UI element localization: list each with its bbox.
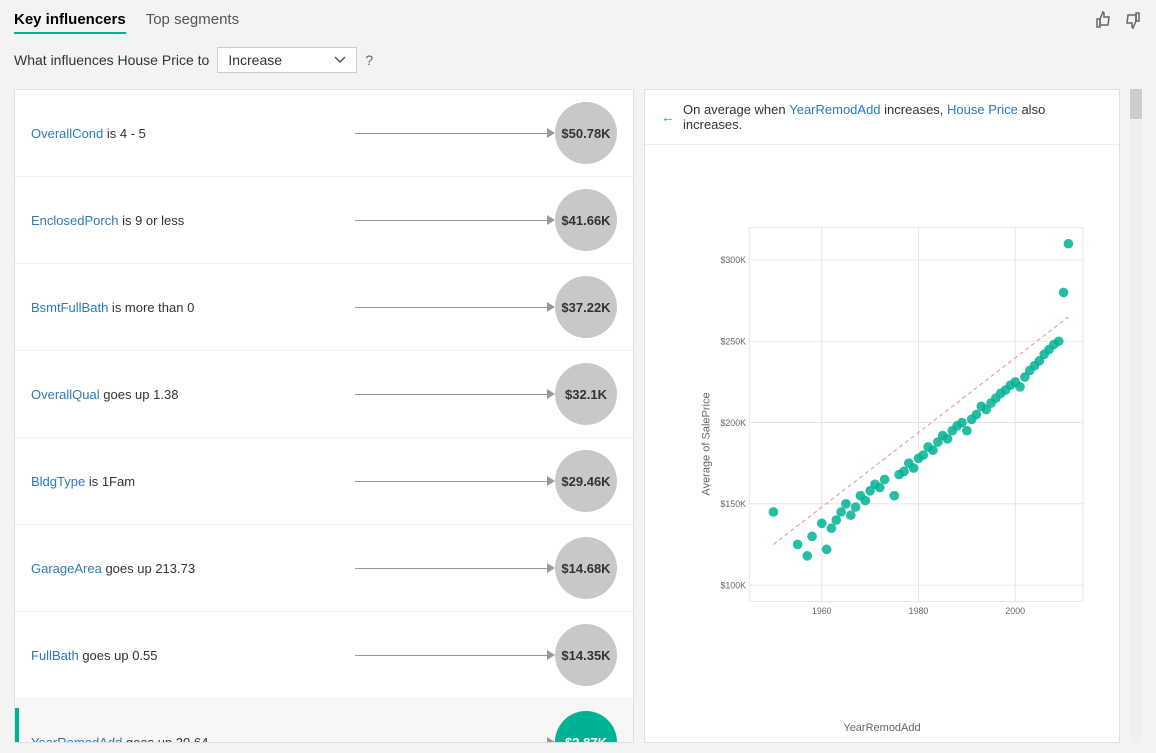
list-item[interactable]: EnclosedPorch is 9 or less $41.66K (15, 177, 633, 264)
chart-header: ← On average when YearRemodAdd increases… (645, 90, 1119, 145)
list-item[interactable]: FullBath goes up 0.55 $14.35K (15, 612, 633, 699)
influencer-label: EnclosedPorch is 9 or less (31, 213, 355, 228)
scatter-chart: $100K $150K $200K $250K $300K 1960 1980 2000 (705, 155, 1099, 702)
influencer-label: YearRemodAdd goes up 20.64 (31, 735, 355, 744)
arrow-line (355, 476, 555, 486)
scrollbar-thumb[interactable] (1130, 89, 1142, 119)
x-axis-label: YearRemodAdd (843, 722, 920, 734)
tab-key-influencers[interactable]: Key influencers (14, 11, 126, 34)
chevron-down-icon (334, 56, 346, 64)
influencer-label: FullBath goes up 0.55 (31, 648, 355, 663)
value-bubble: $37.22K (555, 276, 617, 338)
value-bubble: $14.35K (555, 624, 617, 686)
value-bubble: $2.87K (555, 711, 617, 743)
header: Key influencers Top segments (14, 10, 1142, 35)
svg-text:2000: 2000 (1005, 606, 1025, 616)
y-axis-label: Average of SalePrice (701, 392, 713, 495)
filter-row: What influences House Price to Increase … (14, 47, 1142, 73)
list-item[interactable]: OverallCond is 4 - 5 $50.78K (15, 90, 633, 177)
chart-description: On average when YearRemodAdd increases, … (683, 102, 1103, 132)
value-bubble: $29.46K (555, 450, 617, 512)
svg-text:1960: 1960 (812, 606, 832, 616)
back-arrow[interactable]: ← (661, 109, 675, 125)
value-bubble: $41.66K (555, 189, 617, 251)
tab-top-segments[interactable]: Top segments (146, 11, 239, 34)
arrow-line (355, 389, 555, 399)
filter-label: What influences House Price to (14, 52, 209, 68)
list-item[interactable]: GarageArea goes up 213.73 $14.68K (15, 525, 633, 612)
arrow-line (355, 302, 555, 312)
selected-indicator (15, 708, 19, 743)
svg-text:1980: 1980 (909, 606, 929, 616)
svg-text:$100K: $100K (720, 580, 746, 590)
value-bubble: $32.1K (555, 363, 617, 425)
list-item[interactable]: OverallQual goes up 1.38 $32.1K (15, 351, 633, 438)
arrow-line (355, 737, 555, 743)
arrow-line (355, 128, 555, 138)
scrollbar[interactable] (1130, 89, 1142, 743)
arrow-line (355, 650, 555, 660)
list-item[interactable]: YearRemodAdd goes up 20.64 $2.87K (15, 699, 633, 743)
influencer-label: BsmtFullBath is more than 0 (31, 300, 355, 315)
influencer-label: BldgType is 1Fam (31, 474, 355, 489)
thumbup-button[interactable] (1094, 10, 1114, 35)
arrow-line (355, 563, 555, 573)
thumbdown-button[interactable] (1122, 10, 1142, 35)
svg-text:$150K: $150K (720, 499, 746, 509)
left-panel: OverallCond is 4 - 5 $50.78K EnclosedPorch… (14, 89, 634, 743)
list-item[interactable]: BsmtFullBath is more than 0 $37.22K (15, 264, 633, 351)
value-bubble: $50.78K (555, 102, 617, 164)
help-icon[interactable]: ? (365, 52, 373, 68)
list-item[interactable]: BldgType is 1Fam $29.46K (15, 438, 633, 525)
influencer-label: OverallQual goes up 1.38 (31, 387, 355, 402)
value-bubble: $14.68K (555, 537, 617, 599)
svg-text:$300K: $300K (720, 255, 746, 265)
svg-text:$250K: $250K (720, 336, 746, 346)
tabs: Key influencers Top segments (14, 11, 239, 34)
right-panel: ← On average when YearRemodAdd increases… (644, 89, 1120, 743)
influencer-label: GarageArea goes up 213.73 (31, 561, 355, 576)
chart-area: Average of SalePrice YearRemodAdd $100K$… (645, 145, 1119, 742)
svg-text:$200K: $200K (720, 418, 746, 428)
main-content: OverallCond is 4 - 5 $50.78K EnclosedPorch… (14, 89, 1142, 743)
filter-dropdown[interactable]: Increase (217, 47, 357, 73)
filter-selected-value: Increase (228, 52, 282, 68)
arrow-line (355, 215, 555, 225)
header-icons (1094, 10, 1142, 35)
influencer-label: OverallCond is 4 - 5 (31, 126, 355, 141)
